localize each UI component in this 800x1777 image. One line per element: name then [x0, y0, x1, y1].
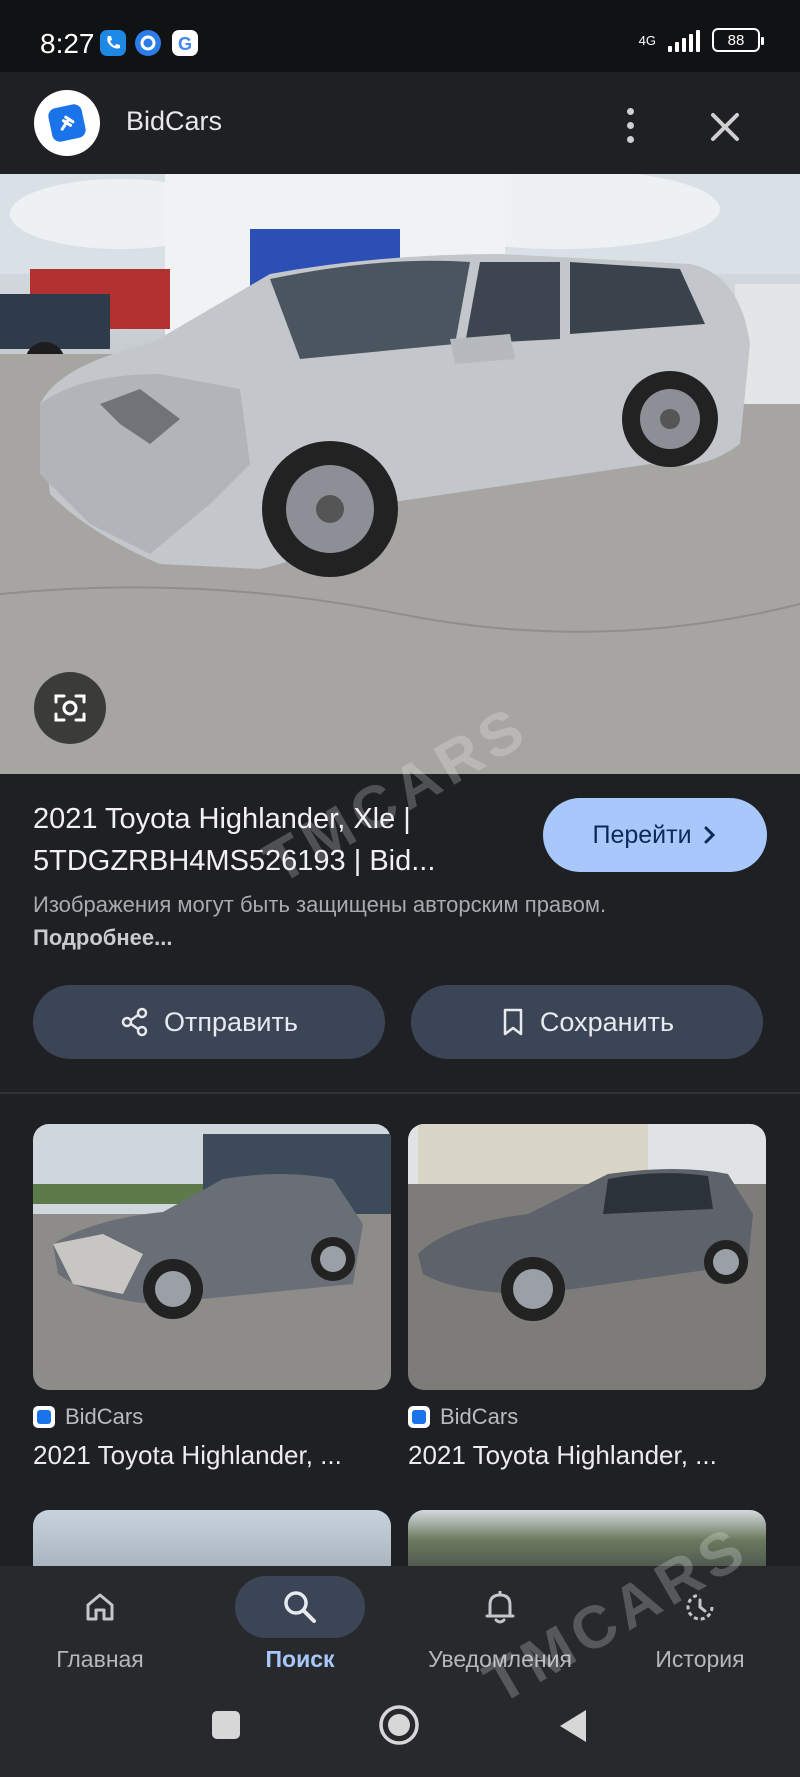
related-title: 2021 Toyota Highlander, ... [33, 1440, 342, 1470]
network-type: 4G [638, 32, 656, 48]
nav-item-notifications[interactable]: Уведомления [400, 1566, 600, 1676]
share-label: Отправить [164, 1006, 298, 1037]
hero-image[interactable] [0, 174, 800, 774]
save-label: Сохранить [539, 1006, 675, 1037]
visit-button-label: Перейти [592, 820, 692, 849]
bidcars-logo-icon [46, 102, 88, 144]
recents-icon [212, 1711, 240, 1739]
lens-icon [54, 694, 86, 722]
site-logo[interactable] [34, 90, 100, 156]
lens-search-button[interactable] [34, 672, 106, 744]
bidcars-favicon-icon [33, 1406, 55, 1428]
battery-icon: 88 [712, 28, 764, 52]
related-title: 2021 Toyota Highlander, ... [408, 1440, 717, 1470]
svg-text:G: G [178, 34, 192, 54]
system-navigation-bar [0, 1676, 800, 1777]
bell-icon [435, 1576, 565, 1638]
google-app-icon: G [172, 30, 198, 56]
close-button[interactable] [700, 102, 750, 152]
related-thumbnail-partial[interactable] [33, 1510, 391, 1570]
related-card[interactable]: BidCars 2021 Toyota Highlander, ... [408, 1124, 766, 1471]
back-button[interactable] [558, 1708, 588, 1749]
bottom-navigation: Главная Поиск Уведомления История [0, 1566, 800, 1676]
related-thumbnail-partial[interactable] [408, 1510, 766, 1570]
related-source-name: BidCars [440, 1404, 519, 1429]
home-system-button[interactable] [378, 1704, 420, 1751]
related-card[interactable]: BidCars 2021 Toyota Highlander, ... [33, 1124, 391, 1471]
share-button[interactable]: Отправить [33, 985, 385, 1059]
history-icon [635, 1576, 765, 1638]
sync-app-icon [135, 30, 161, 56]
recents-button[interactable] [212, 1711, 240, 1739]
more-options-button[interactable] [610, 100, 650, 150]
copyright-text: Изображения могут быть защищены авторски… [33, 892, 607, 917]
nav-item-home[interactable]: Главная [0, 1566, 200, 1676]
copyright-notice: Изображения могут быть защищены авторски… [33, 888, 633, 954]
bidcars-favicon-icon [408, 1406, 430, 1428]
nav-label: Главная [56, 1646, 144, 1672]
phone-app-icon [100, 30, 126, 56]
bookmark-icon [503, 1008, 523, 1036]
nav-label: Поиск [265, 1646, 335, 1672]
signal-icon [668, 28, 700, 52]
section-divider [0, 1092, 800, 1094]
visit-button[interactable]: Перейти [543, 798, 767, 872]
nav-label: Уведомления [428, 1646, 572, 1672]
home-circle-icon [379, 1705, 419, 1745]
nav-item-history[interactable]: История [600, 1566, 800, 1676]
page-header: BidCars [0, 72, 800, 174]
result-title[interactable]: 2021 Toyota Highlander, Xle | 5TDGZRBH4M… [33, 798, 503, 882]
related-source-name: BidCars [65, 1404, 144, 1429]
save-button[interactable]: Сохранить [411, 985, 763, 1059]
learn-more-link[interactable]: Подробнее... [33, 925, 173, 950]
nav-item-search[interactable]: Поиск [200, 1566, 400, 1676]
nav-label: История [655, 1646, 745, 1672]
close-icon [711, 113, 739, 141]
home-icon [35, 1576, 165, 1638]
related-source: BidCars [408, 1404, 766, 1430]
related-thumbnail [408, 1124, 766, 1390]
related-thumbnail [33, 1124, 391, 1390]
site-title: BidCars [126, 106, 223, 136]
search-icon [235, 1576, 365, 1638]
chevron-right-icon [704, 826, 715, 844]
battery-level: 88 [727, 31, 745, 49]
status-bar: 8:27 G 4G 88 [0, 0, 800, 72]
car-photo [0, 174, 800, 774]
back-triangle-icon [560, 1710, 586, 1742]
status-time: 8:27 [40, 28, 95, 59]
related-source: BidCars [33, 1404, 391, 1430]
share-icon [121, 1007, 148, 1037]
